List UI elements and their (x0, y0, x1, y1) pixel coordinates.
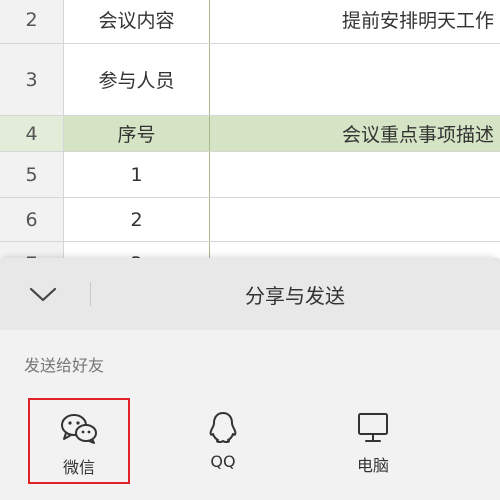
collapse-button[interactable] (22, 278, 64, 310)
share-option-label: QQ (210, 452, 236, 471)
row-number[interactable]: 5 (0, 152, 64, 197)
table-cell[interactable]: 会议内容 (64, 0, 210, 43)
qq-icon (206, 410, 240, 444)
table-cell[interactable]: 2 (64, 198, 210, 241)
share-sheet: 分享与发送 发送给好友 微信 QQ 电脑 (0, 258, 500, 500)
table-cell[interactable]: 参与人员 (64, 44, 210, 115)
table-row: 5 1 (0, 152, 500, 198)
chevron-down-icon (29, 287, 57, 302)
row-number[interactable]: 3 (0, 44, 64, 115)
row-number[interactable]: 7 (0, 242, 64, 258)
row-number[interactable]: 6 (0, 198, 64, 241)
table-cell[interactable]: 1 (64, 152, 210, 197)
table-row: 7 3 (0, 242, 500, 258)
table-cell[interactable]: 会议重点事项描述 (210, 116, 500, 151)
table-cell[interactable] (210, 198, 500, 241)
table-cell[interactable] (210, 44, 500, 115)
table-cell[interactable] (210, 242, 500, 258)
share-sheet-title: 分享与发送 (245, 283, 345, 308)
share-qq-button[interactable]: QQ (178, 398, 268, 478)
share-wechat-button[interactable]: 微信 (28, 398, 130, 484)
table-row: 4 序号 会议重点事项描述 (0, 116, 500, 152)
table-cell[interactable]: 3 (64, 242, 210, 258)
spreadsheet: 2 会议内容 提前安排明天工作 3 参与人员 4 序号 会议重点事项描述 5 1… (0, 0, 500, 258)
share-option-label: 电脑 (356, 456, 389, 475)
row-number[interactable]: 2 (0, 0, 64, 43)
section-label: 发送给好友 (24, 356, 105, 375)
row-number[interactable]: 4 (0, 116, 64, 151)
table-cell[interactable]: 序号 (64, 116, 210, 151)
table-row: 6 2 (0, 198, 500, 242)
table-row: 2 会议内容 提前安排明天工作 (0, 0, 500, 44)
share-sheet-header: 分享与发送 (0, 258, 500, 330)
table-cell[interactable]: 提前安排明天工作 (210, 0, 500, 43)
share-computer-button[interactable]: 电脑 (328, 398, 418, 478)
table-cell[interactable] (210, 152, 500, 197)
table-row: 3 参与人员 (0, 44, 500, 116)
monitor-icon (355, 410, 391, 444)
share-option-label: 微信 (62, 458, 95, 477)
wechat-icon (59, 412, 99, 446)
